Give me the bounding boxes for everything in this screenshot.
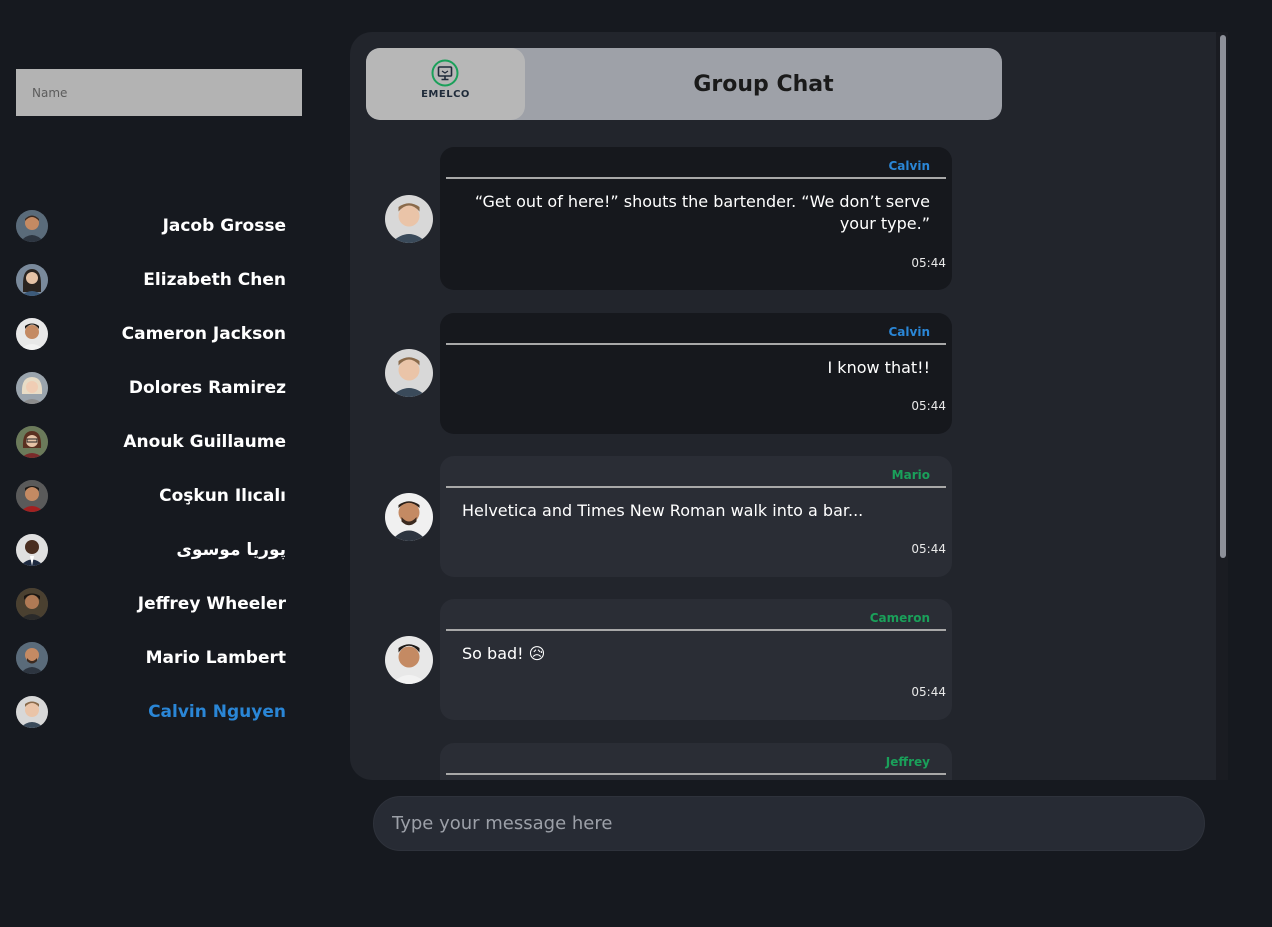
- sender-name: Jeffrey: [885, 755, 930, 769]
- user-item-mario-lambert[interactable]: Mario Lambert: [16, 636, 286, 690]
- sender-name: Cameron: [869, 611, 930, 625]
- divider: [446, 629, 946, 631]
- sender-name: Mario: [891, 468, 930, 482]
- user-name: Cameron Jackson: [121, 324, 286, 344]
- avatar: [16, 318, 48, 350]
- sender-name: Calvin: [888, 325, 931, 339]
- message-text: So bad! 😥: [462, 644, 546, 663]
- divider: [446, 486, 946, 488]
- message-composer: [373, 796, 1205, 851]
- user-item-coskun-ilicali[interactable]: Coşkun Ilıcalı: [16, 474, 286, 528]
- user-item-jeffrey-wheeler[interactable]: Jeffrey Wheeler: [16, 582, 286, 636]
- user-item-jacob-grosse[interactable]: Jacob Grosse: [16, 204, 286, 258]
- divider: [446, 343, 946, 345]
- user-item-dolores-ramirez[interactable]: Dolores Ramirez: [16, 366, 286, 420]
- user-name: Mario Lambert: [145, 648, 286, 668]
- message-time: 05:44: [911, 399, 946, 413]
- message-bubble: Jeffrey: [440, 743, 952, 780]
- avatar: [385, 349, 433, 397]
- user-item-elizabeth-chen[interactable]: Elizabeth Chen: [16, 258, 286, 312]
- message-bubble: Cameron So bad! 😥 05:44: [440, 599, 952, 720]
- name-input[interactable]: [16, 69, 302, 116]
- sender-name: Calvin: [888, 159, 931, 173]
- message-time: 05:44: [911, 685, 946, 699]
- user-item-pouria-mousavi[interactable]: پوریا موسوی: [16, 528, 286, 582]
- avatar: [16, 588, 48, 620]
- divider: [446, 177, 946, 179]
- message-bubble: Mario Helvetica and Times New Roman walk…: [440, 456, 952, 577]
- user-item-cameron-jackson[interactable]: Cameron Jackson: [16, 312, 286, 366]
- avatar: [16, 372, 48, 404]
- avatar: [16, 426, 48, 458]
- message-text: I know that!!: [827, 358, 931, 377]
- user-name: Dolores Ramirez: [128, 378, 286, 398]
- message-time: 05:44: [911, 256, 946, 270]
- message-list: Calvin “Get out of here!” shouts the bar…: [350, 32, 1228, 780]
- message-bubble: Calvin I know that!! 05:44: [440, 313, 952, 434]
- avatar: [16, 642, 48, 674]
- avatar: [16, 696, 48, 728]
- user-name: Anouk Guillaume: [123, 432, 286, 452]
- message-time: 05:44: [911, 542, 946, 556]
- message-text: “Get out of here!” shouts the bartender.…: [474, 192, 930, 233]
- avatar: [16, 264, 48, 296]
- user-name: Jacob Grosse: [162, 216, 286, 236]
- user-name: Jeffrey Wheeler: [137, 594, 286, 614]
- avatar: [16, 480, 48, 512]
- user-item-anouk-guillaume[interactable]: Anouk Guillaume: [16, 420, 286, 474]
- message-input[interactable]: [390, 812, 1188, 835]
- avatar: [385, 195, 433, 243]
- chat-panel: EMELCO Group Chat Calvin “Get out of her…: [350, 32, 1228, 780]
- scrollbar-thumb[interactable]: [1220, 35, 1226, 558]
- divider: [446, 773, 946, 775]
- user-item-calvin-nguyen[interactable]: Calvin Nguyen: [16, 690, 286, 744]
- avatar: [385, 636, 433, 684]
- avatar: [16, 534, 48, 566]
- avatar: [385, 493, 433, 541]
- avatar: [16, 210, 48, 242]
- user-list: Jacob Grosse Elizabeth Chen Cameron Jack…: [16, 204, 286, 744]
- scrollbar-track[interactable]: [1216, 32, 1228, 780]
- user-name: پوریا موسوی: [176, 540, 286, 560]
- user-name: Calvin Nguyen: [148, 702, 286, 722]
- message-text: Helvetica and Times New Roman walk into …: [462, 501, 864, 520]
- user-name: Elizabeth Chen: [143, 270, 286, 290]
- user-name: Coşkun Ilıcalı: [159, 486, 286, 506]
- message-bubble: Calvin “Get out of here!” shouts the bar…: [440, 147, 952, 290]
